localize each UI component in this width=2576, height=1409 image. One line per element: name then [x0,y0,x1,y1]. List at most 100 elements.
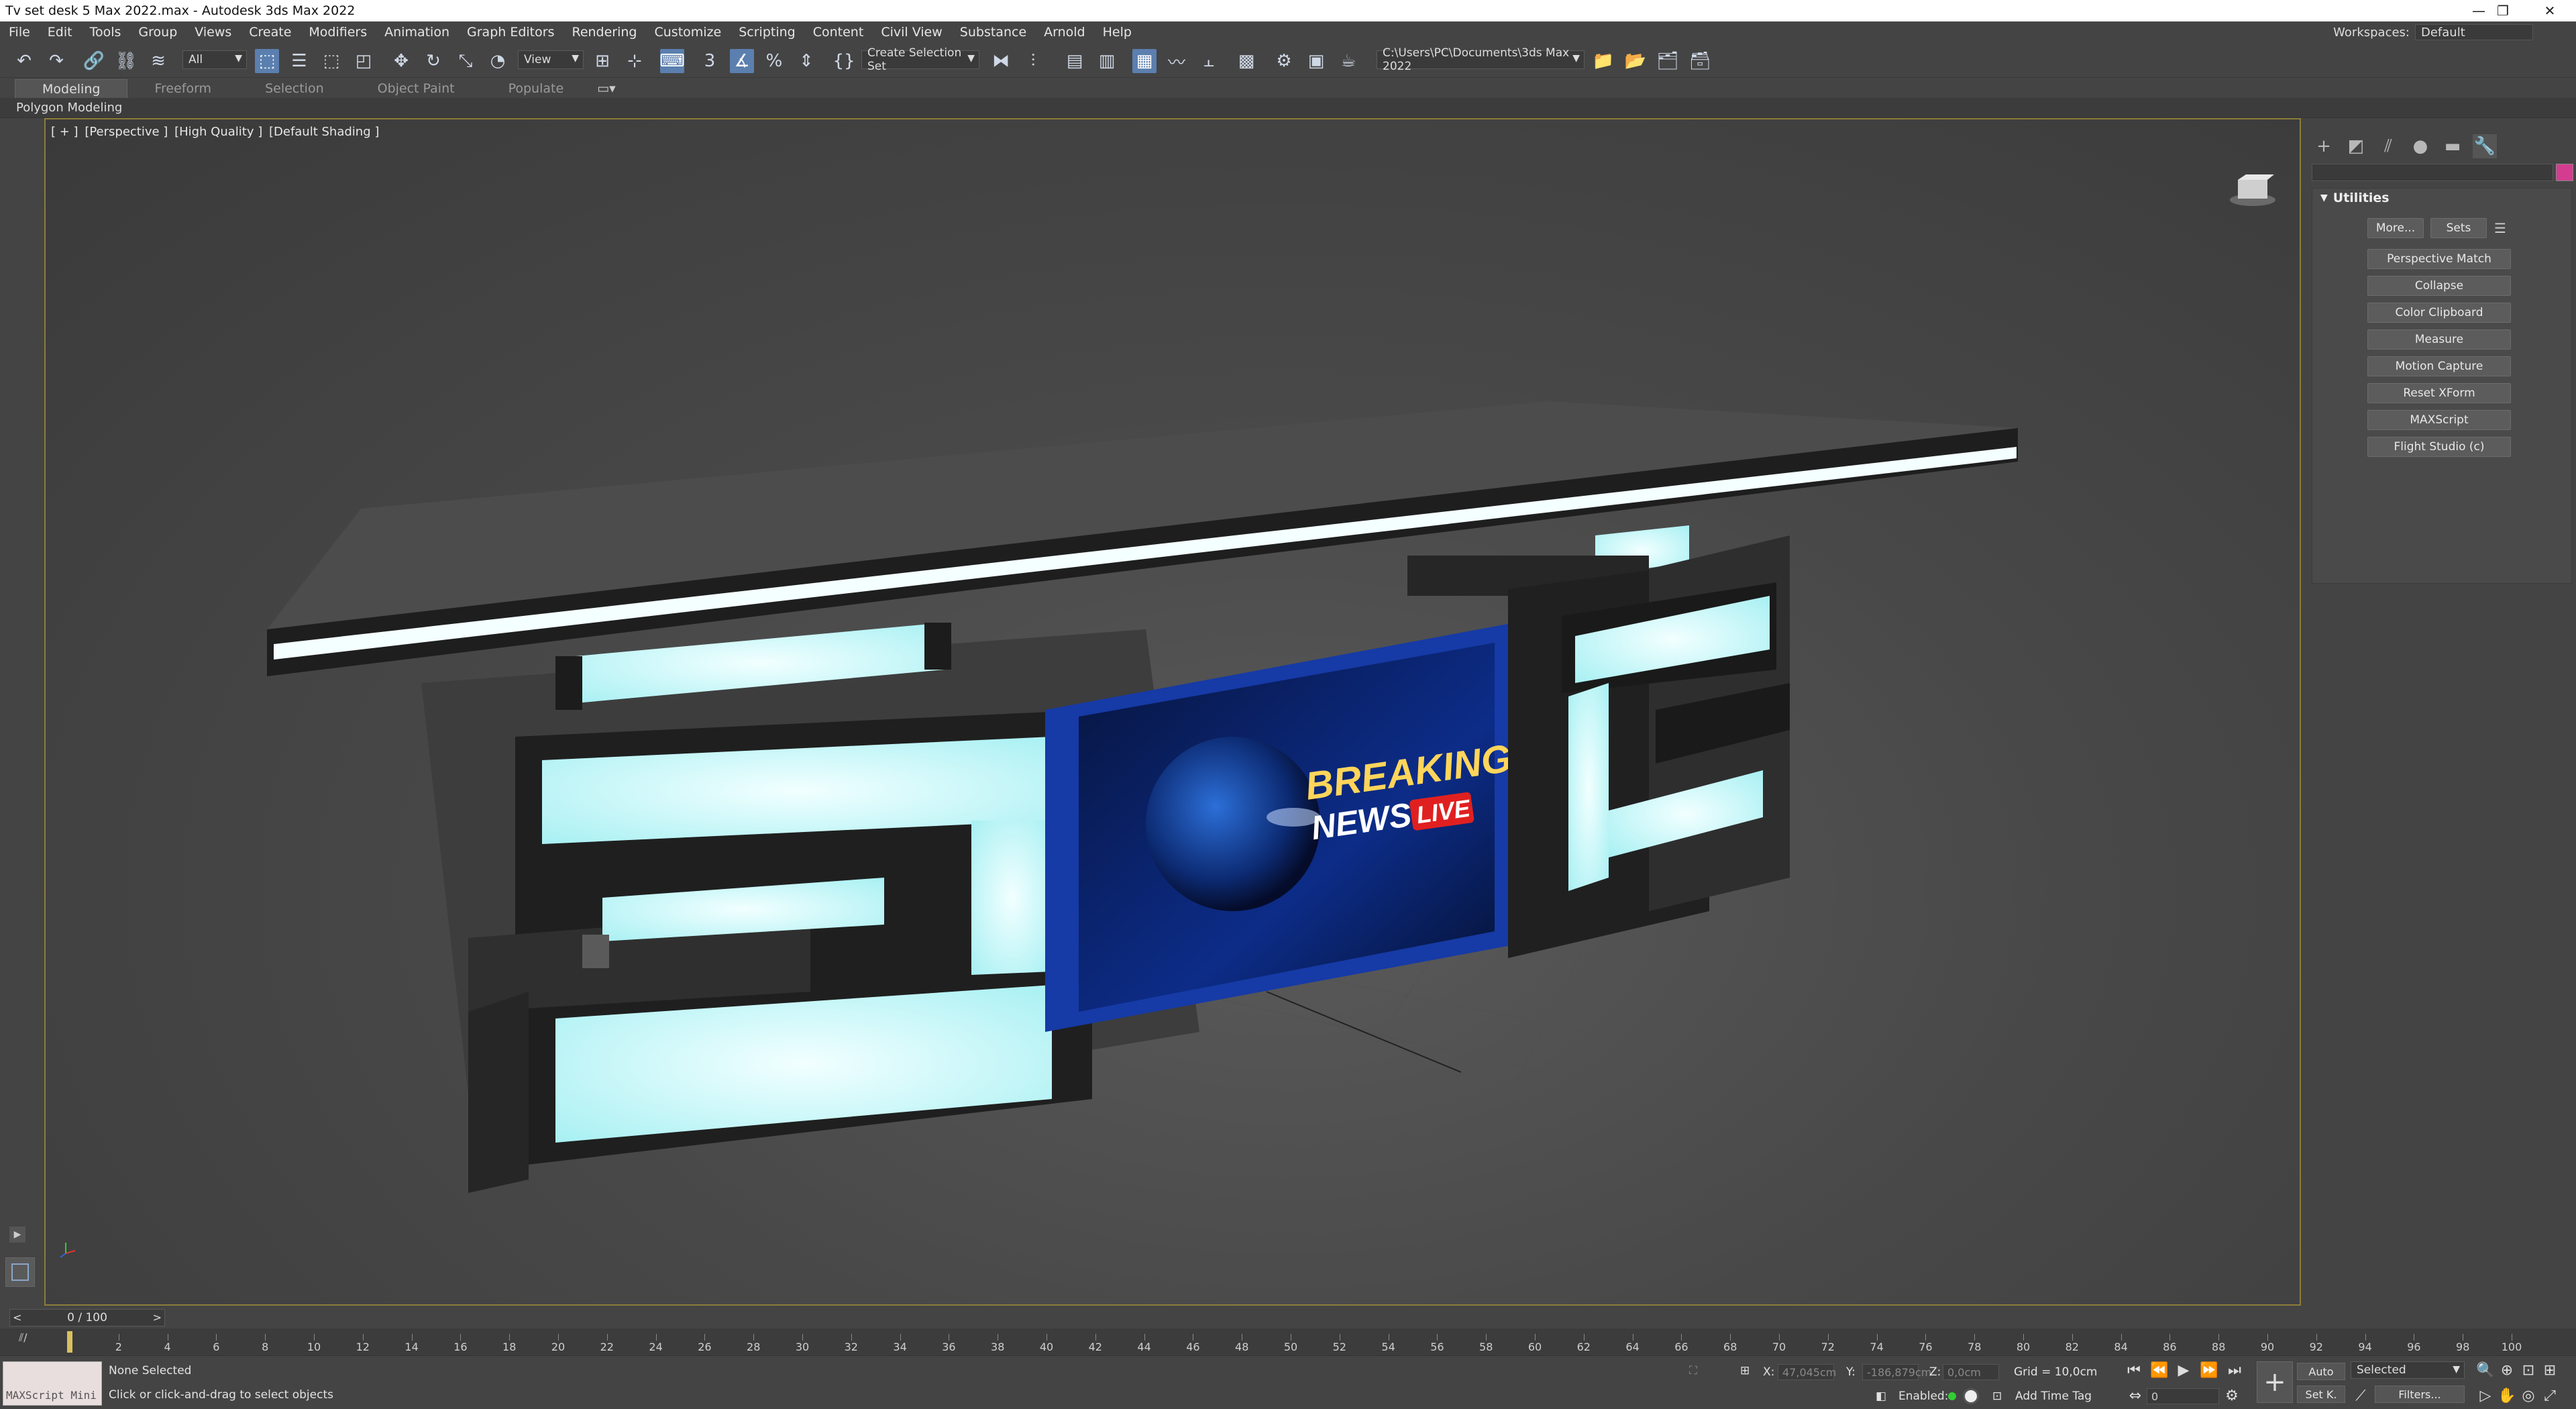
tab-object-paint[interactable]: Object Paint [351,79,482,98]
track-bar[interactable]: ⫽∕ 2 4 6 8 10 12 14 16 18 20 22 24 26 28 30 32 34 36 38 40 4… [0,1328,2576,1355]
restore-button[interactable]: ❐ [2479,0,2526,21]
close-button[interactable]: ✕ [2526,0,2573,21]
scene-explorer-icon[interactable]: ▤ [1063,49,1087,73]
menu-scripting[interactable]: Scripting [730,25,804,40]
project-settings-icon[interactable]: 🗃 [1688,49,1712,73]
viewport-layout-expand-icon[interactable]: ▶ [9,1227,25,1243]
menu-tools[interactable]: Tools [81,25,130,40]
menu-animation[interactable]: Animation [376,25,458,40]
render-production-icon[interactable]: ☕ [1336,49,1360,73]
time-slider[interactable]: < 0 / 100 > [9,1309,165,1326]
project-folder-dropdown[interactable]: C:\Users\PC\Documents\3ds Max 2022 ▼ [1377,46,1585,73]
add-time-tag[interactable]: Add Time Tag [2015,1390,2092,1403]
tab-freeform[interactable]: Freeform [127,79,238,98]
next-key-icon[interactable]: ⏩ [2199,1360,2219,1380]
utilities-tab-icon[interactable]: 🔧 [2473,134,2497,158]
menu-views[interactable]: Views [186,25,240,40]
more-button[interactable]: More... [2367,218,2424,238]
time-tag-toggle[interactable] [1963,1388,1979,1404]
menu-help[interactable]: Help [1094,25,1140,40]
percent-snap-icon[interactable]: % [762,49,786,73]
isolate-toggle-icon[interactable]: ⛶ [1689,1364,1697,1377]
time-tag-icon[interactable]: ⊡ [1992,1390,2002,1403]
go-to-end-icon[interactable]: ⏭ [2224,1360,2245,1380]
color-clipboard-button[interactable]: Color Clipboard [2367,303,2511,323]
align-icon[interactable]: ⫶ [1021,49,1045,73]
maxscript-button[interactable]: MAXScript [2367,410,2511,430]
tab-populate[interactable]: Populate [482,79,591,98]
new-project-icon[interactable]: 🗂 [1656,49,1680,73]
flight-studio-button[interactable]: Flight Studio (c) [2367,437,2511,457]
named-selection-set-dropdown[interactable]: Create Selection Set ▼ [861,46,979,73]
reset-xform-button[interactable]: Reset XForm [2367,383,2511,403]
x-coordinate-field[interactable]: 47,045cm [1778,1364,1836,1380]
zoom-extents-icon[interactable]: ⊡ [2518,1360,2538,1380]
pivot-center-icon[interactable]: ⊞ [590,49,614,73]
object-color-swatch[interactable] [2556,164,2573,181]
sets-button[interactable]: Sets [2430,218,2487,238]
rotate-icon[interactable]: ↻ [421,49,445,73]
set-key-icon[interactable]: + [2257,1361,2293,1403]
layer-explorer-icon[interactable]: ▥ [1095,49,1119,73]
zoom-icon[interactable]: 🔍 [2475,1360,2496,1380]
time-marker[interactable] [67,1331,72,1353]
unlink-icon[interactable]: ⛓ [114,49,138,73]
play-icon[interactable]: ▶ [2174,1360,2194,1380]
rectangular-selection-icon[interactable]: ⬚ [319,49,343,73]
utilities-rollout-header[interactable]: ▼ Utilities [2312,189,2571,207]
go-to-start-icon[interactable]: ⏮ [2124,1360,2144,1380]
zoom-extents-all-icon[interactable]: ⊞ [2540,1360,2560,1380]
perspective-viewport[interactable]: [ + ] [Perspective ] [High Quality ] [De… [44,118,2301,1306]
schematic-view-icon[interactable]: ⫠ [1197,49,1221,73]
mirror-icon[interactable]: ⧓ [989,49,1013,73]
angle-snap-icon[interactable]: ∡ [730,49,754,73]
rendered-frame-window-icon[interactable]: ▣ [1304,49,1328,73]
y-coordinate-field[interactable]: -186,879cm [1862,1364,1931,1380]
select-by-name-icon[interactable]: ☰ [287,49,311,73]
window-crossing-icon[interactable]: ◰ [352,49,376,73]
menu-content[interactable]: Content [804,25,873,40]
reference-coordinate-dropdown[interactable]: View ▼ [518,50,584,69]
modify-tab-icon[interactable]: ◩ [2344,134,2368,158]
bind-space-warp-icon[interactable]: ≋ [146,49,170,73]
key-mode-icon[interactable]: ⇔ [2125,1386,2145,1406]
current-frame-field[interactable]: 0 [2147,1388,2219,1404]
select-manipulate-icon[interactable]: ⊹ [623,49,647,73]
object-name-field[interactable] [2312,164,2553,181]
tab-modeling[interactable]: Modeling [15,79,128,98]
open-folder-icon[interactable]: 📂 [1623,49,1648,73]
menu-file[interactable]: File [0,25,39,40]
snaps-toggle-icon[interactable]: 3 [698,49,722,73]
time-configuration-icon[interactable]: ⚙ [2222,1386,2242,1406]
selection-filter-dropdown[interactable]: All ▼ [182,50,247,69]
keyboard-shortcut-override-icon[interactable]: ⌨ [659,49,685,73]
menu-edit[interactable]: Edit [39,25,81,40]
tab-selection[interactable]: Selection [238,79,351,98]
create-tab-icon[interactable]: + [2312,134,2336,158]
link-icon[interactable]: 🔗 [82,49,106,73]
motion-capture-button[interactable]: Motion Capture [2367,356,2511,376]
mini-curve-editor-icon[interactable]: ⫽∕ [19,1331,28,1345]
next-frame-icon[interactable]: > [153,1311,162,1324]
display-tab-icon[interactable]: ▬ [2440,134,2465,158]
menu-arnold[interactable]: Arnold [1035,25,1093,40]
ribbon-toggle-icon[interactable]: ▦ [1132,49,1157,73]
motion-tab-icon[interactable]: ● [2408,134,2432,158]
measure-button[interactable]: Measure [2367,329,2511,350]
edit-named-selection-icon[interactable]: {} [832,49,856,73]
menu-substance[interactable]: Substance [951,25,1035,40]
menu-rendering[interactable]: Rendering [563,25,645,40]
ribbon-options-icon[interactable]: ▭▾ [590,79,623,98]
menu-customize[interactable]: Customize [646,25,731,40]
menu-group[interactable]: Group [129,25,186,40]
perspective-match-button[interactable]: Perspective Match [2367,249,2511,269]
maximize-viewport-icon[interactable]: ⤢ [2540,1386,2560,1406]
material-editor-icon[interactable]: ▩ [1234,49,1258,73]
pan-view-icon[interactable]: ✋ [2497,1386,2517,1406]
default-tangents-icon[interactable]: ⟋ [2351,1386,2371,1406]
hierarchy-tab-icon[interactable]: ⫽ [2376,134,2400,158]
key-filter-dropdown[interactable]: Selected ▼ [2351,1361,2465,1379]
menu-create[interactable]: Create [240,25,300,40]
render-setup-icon[interactable]: ⚙ [1272,49,1296,73]
absolute-mode-icon[interactable]: ⊞ [1740,1364,1750,1377]
